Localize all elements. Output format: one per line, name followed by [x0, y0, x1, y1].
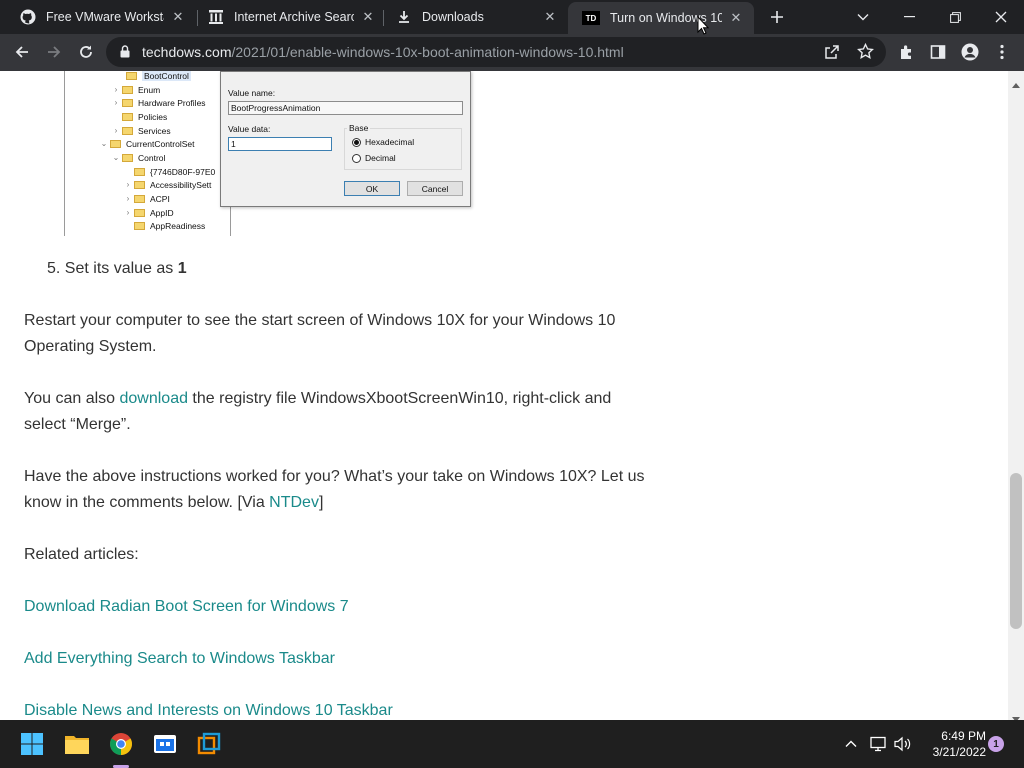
decimal-radio: Decimal: [352, 153, 396, 163]
registry-key: › Services: [114, 125, 171, 136]
paragraph-feedback: Have the above instructions worked for y…: [24, 468, 645, 511]
registry-key: ⌄ CurrentControlSet: [100, 138, 195, 149]
registry-key: › Enum: [114, 84, 161, 95]
registry-key: › AppID: [126, 207, 174, 218]
file-explorer-icon[interactable]: [61, 728, 93, 760]
registry-key: BootControl: [126, 71, 191, 82]
close-icon[interactable]: ✕: [170, 9, 186, 25]
network-icon[interactable]: [866, 728, 892, 760]
paragraph-download: You can also download the registry file …: [24, 390, 612, 433]
registry-key: Policies: [112, 110, 167, 123]
microsoft-store-icon[interactable]: [149, 728, 181, 760]
ntdev-link[interactable]: NTDev: [269, 494, 319, 511]
step-value: 1: [177, 260, 187, 277]
tab-internet-archive[interactable]: Internet Archive Search ✕: [194, 0, 386, 34]
reload-button[interactable]: [72, 38, 100, 66]
system-clock[interactable]: 6:49 PM 3/21/2022: [918, 728, 986, 760]
profile-avatar-icon[interactable]: [956, 38, 984, 66]
registry-key: › AccessibilitySett: [126, 179, 212, 190]
step-text: Set its value as: [64, 260, 178, 277]
url-path: /2021/01/enable-windows-10x-boot-animati…: [231, 44, 624, 60]
related-heading: Related articles:: [24, 546, 139, 563]
registry-key: › ACPI: [126, 193, 170, 204]
value-name-field: BootProgressAnimation: [228, 101, 463, 115]
value-data-label: Value data:: [228, 124, 271, 134]
tray-chevron-up-icon[interactable]: [836, 728, 866, 760]
registry-key: AppReadiness: [124, 219, 205, 232]
value-name-label: Value name:: [228, 88, 276, 98]
browser-toolbar: techdows.com/2021/01/enable-windows-10x-…: [0, 34, 1024, 71]
lock-icon[interactable]: [120, 45, 130, 63]
hexadecimal-radio: Hexadecimal: [352, 137, 414, 147]
windows-taskbar: 6:49 PM 3/21/2022 1: [0, 720, 1024, 768]
related-link[interactable]: Download Radian Boot Screen for Windows …: [24, 594, 349, 620]
close-window-button[interactable]: [986, 0, 1016, 34]
related-link[interactable]: Disable News and Interests on Windows 10…: [24, 698, 393, 720]
share-icon[interactable]: [824, 44, 840, 65]
step-item: 5. Set its value as 1: [47, 256, 677, 282]
mouse-cursor-icon: [697, 15, 710, 40]
page-scrollbar[interactable]: [1008, 71, 1024, 722]
extensions-puzzle-icon[interactable]: [892, 38, 920, 66]
tab-windows-10x[interactable]: TD Turn on Windows 10X ✕: [568, 2, 754, 34]
page-content: BootControl › Enum › Hardware Profiles Pol…: [0, 71, 1008, 720]
related-link[interactable]: Add Everything Search to Windows Taskbar: [24, 646, 335, 672]
registry-key: ⌄ Control: [112, 152, 166, 163]
url-text: techdows.com/2021/01/enable-windows-10x-…: [142, 44, 624, 60]
ok-button: OK: [344, 181, 400, 196]
download-icon: [396, 9, 412, 25]
address-bar[interactable]: techdows.com/2021/01/enable-windows-10x-…: [106, 37, 886, 67]
notification-badge[interactable]: 1: [988, 736, 1004, 752]
chrome-icon[interactable]: [105, 728, 137, 760]
side-panel-icon[interactable]: [924, 38, 952, 66]
tab-strip: Free VMware Workstati ✕ Internet Archive…: [0, 0, 1024, 34]
cancel-button: Cancel: [407, 181, 463, 196]
back-button[interactable]: [8, 38, 36, 66]
archive-icon: [208, 9, 224, 25]
registry-key: › Hardware Profiles: [114, 97, 206, 108]
scroll-up-icon[interactable]: [1012, 75, 1020, 93]
tab-label: Internet Archive Search: [234, 10, 354, 24]
tab-search-chevron-icon[interactable]: [850, 0, 876, 34]
close-icon[interactable]: ✕: [728, 10, 744, 26]
new-tab-button[interactable]: [764, 0, 790, 34]
restore-button[interactable]: [940, 0, 970, 34]
vmware-icon[interactable]: [193, 728, 225, 760]
base-label: Base: [347, 123, 371, 133]
registry-key: {7746D80F-97E0: [124, 165, 215, 178]
minimize-button[interactable]: [894, 0, 924, 34]
download-link[interactable]: download: [119, 390, 188, 407]
paragraph-restart: Restart your computer to see the start s…: [24, 312, 616, 355]
scroll-thumb[interactable]: [1010, 473, 1022, 629]
windows-start-icon[interactable]: [16, 728, 48, 760]
forward-button[interactable]: [40, 38, 68, 66]
url-host: techdows.com: [142, 44, 232, 60]
tree-line: [64, 71, 65, 236]
close-icon[interactable]: ✕: [542, 9, 558, 25]
menu-kebab-icon[interactable]: [988, 38, 1016, 66]
value-data-field: 1: [228, 137, 332, 151]
bookmark-star-icon[interactable]: [857, 42, 874, 65]
tab-downloads[interactable]: Downloads ✕: [382, 0, 568, 34]
step-number: 5.: [47, 260, 61, 277]
tab-vmware[interactable]: Free VMware Workstati ✕: [6, 0, 196, 34]
edit-value-dialog: Value name: BootProgressAnimation Value …: [220, 71, 471, 207]
tab-label: Downloads: [422, 10, 484, 24]
registry-editor-image: BootControl › Enum › Hardware Profiles Pol…: [64, 71, 480, 236]
td-icon: TD: [582, 11, 600, 25]
close-icon[interactable]: ✕: [360, 9, 376, 25]
tab-label: Free VMware Workstati: [46, 10, 164, 24]
volume-icon[interactable]: [890, 728, 916, 760]
github-icon: [20, 9, 36, 25]
clock-time: 6:49 PM: [941, 729, 986, 743]
tree-line: [230, 207, 231, 236]
clock-date: 3/21/2022: [932, 745, 986, 759]
base-group: [344, 128, 462, 170]
